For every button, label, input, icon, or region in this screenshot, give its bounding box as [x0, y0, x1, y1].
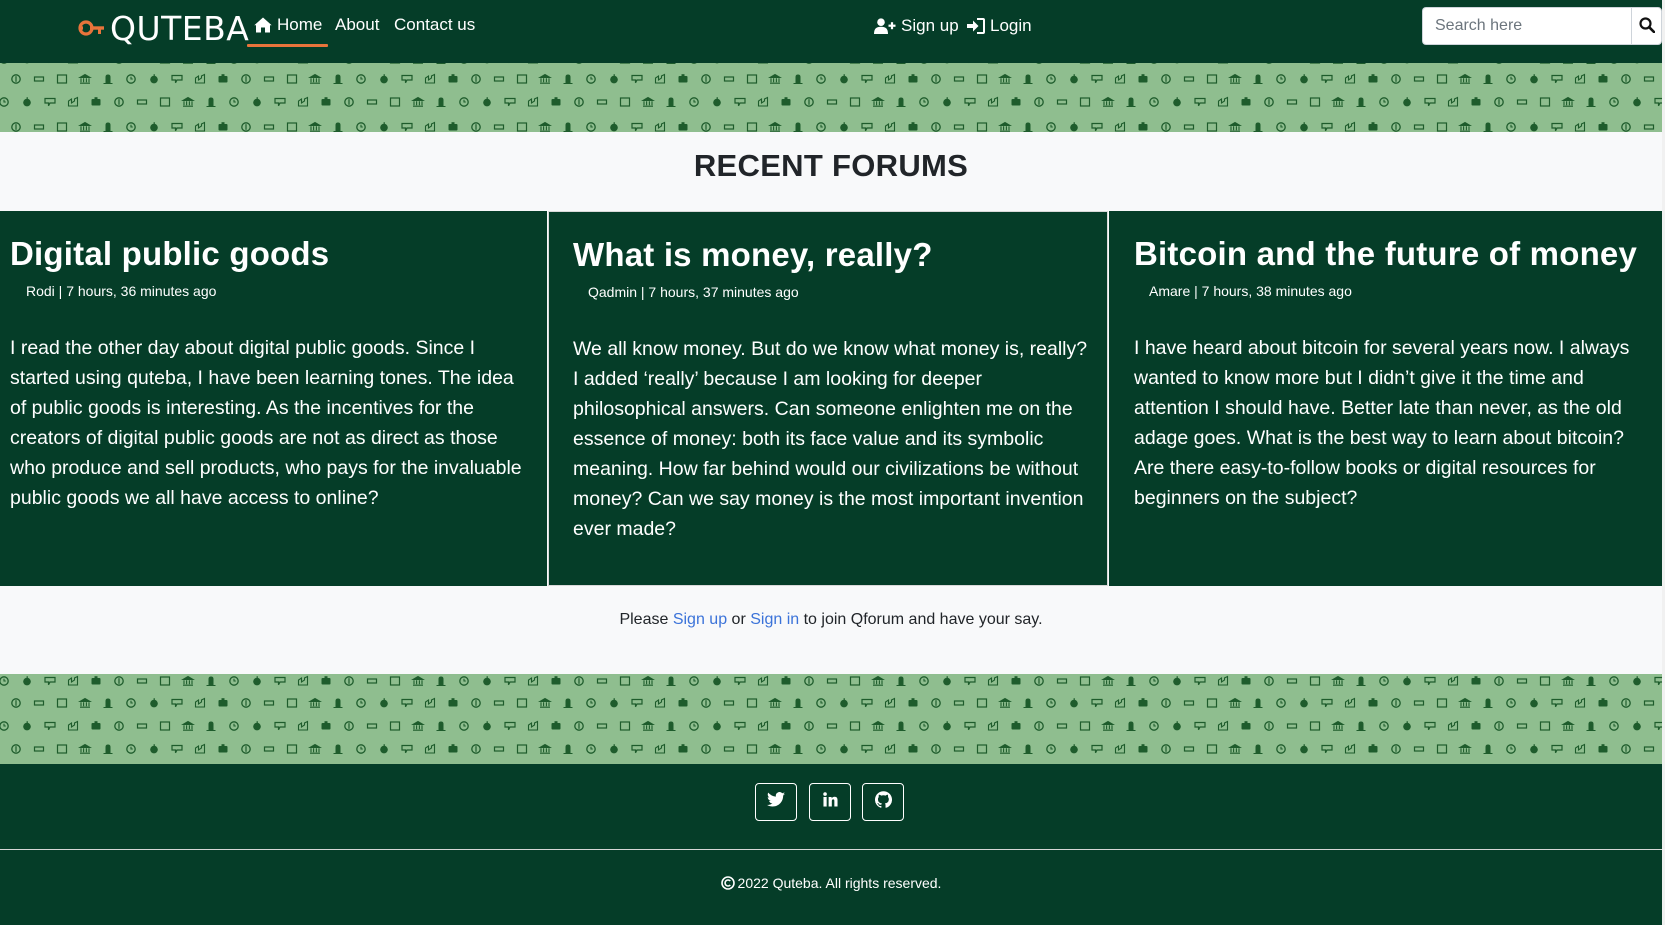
brand-link[interactable]: QUTEBA: [78, 6, 249, 50]
search-icon: [1638, 16, 1655, 36]
forum-body: I read the other day about digital publi…: [10, 337, 522, 509]
signup-label: Sign up: [901, 16, 959, 35]
footer-divider: [0, 849, 1662, 850]
join-suffix: to join Qforum and have your say.: [803, 611, 1043, 628]
github-link[interactable]: [862, 783, 904, 821]
search-input[interactable]: [1422, 7, 1631, 45]
search-button[interactable]: [1631, 7, 1662, 45]
forum-meta: Rodi | 7 hours, 36 minutes ago: [26, 283, 217, 299]
nav-about-label: About: [335, 15, 380, 34]
copyright-icon: [720, 876, 735, 890]
decorative-pattern-band-top: [0, 63, 1662, 132]
twitter-link[interactable]: [755, 783, 797, 821]
footer: 2022 Quteba. All rights reserved.: [0, 764, 1662, 925]
signup-link[interactable]: Sign up: [874, 13, 959, 39]
join-middle: or: [731, 611, 746, 628]
github-icon: [874, 791, 892, 813]
nav-home-link[interactable]: Home: [254, 12, 322, 38]
copyright-text: 2022 Quteba. All rights reserved.: [737, 875, 942, 891]
login-link[interactable]: Login: [967, 13, 1032, 39]
nav-contact-label: Contact us: [394, 15, 476, 34]
user-plus-icon: [874, 18, 896, 34]
home-icon: [254, 17, 272, 33]
copyright: 2022 Quteba. All rights reserved.: [0, 875, 1662, 891]
sign-in-icon: [967, 18, 985, 34]
nav-about-link[interactable]: About: [335, 12, 379, 38]
linkedin-link[interactable]: [809, 783, 851, 821]
nav-home-label: Home: [277, 15, 323, 34]
login-label: Login: [990, 16, 1032, 35]
forum-card[interactable]: What is money, really? Qadmin | 7 hours,…: [548, 211, 1108, 586]
decorative-pattern-band-bottom: [0, 674, 1662, 764]
forum-title[interactable]: Digital public goods: [10, 235, 329, 273]
join-signup-link[interactable]: Sign up: [673, 611, 727, 628]
navbar: QUTEBA Home About Contact us Sign up Log…: [0, 0, 1662, 63]
join-signin-link[interactable]: Sign in: [750, 611, 799, 628]
join-prompt: Please Sign up or Sign in to join Qforum…: [0, 611, 1662, 629]
forum-meta: Amare | 7 hours, 38 minutes ago: [1149, 283, 1352, 299]
forum-body: I have heard about bitcoin for several y…: [1134, 337, 1630, 509]
recent-forums-section: RECENT FORUMS Digital public goods Rodi …: [0, 132, 1662, 674]
forum-body: We all know money. But do we know what m…: [573, 338, 1088, 540]
forum-card[interactable]: Digital public goods Rodi | 7 hours, 36 …: [0, 211, 547, 586]
twitter-icon: [767, 792, 785, 812]
forum-title[interactable]: What is money, really?: [573, 236, 933, 274]
join-prefix: Please: [619, 611, 669, 628]
search-form: [1422, 7, 1662, 45]
brand-name: QUTEBA: [110, 8, 250, 48]
forum-card[interactable]: Bitcoin and the future of money Amare | …: [1109, 211, 1662, 586]
nav-contact-link[interactable]: Contact us: [394, 12, 475, 38]
linkedin-icon: [822, 792, 838, 812]
forum-meta: Qadmin | 7 hours, 37 minutes ago: [588, 284, 799, 300]
page: QUTEBA Home About Contact us Sign up Log…: [0, 0, 1665, 925]
active-nav-indicator: [247, 44, 328, 47]
key-logo-icon: [78, 17, 106, 39]
section-title: RECENT FORUMS: [693, 148, 969, 183]
forum-title[interactable]: Bitcoin and the future of money: [1134, 235, 1637, 273]
